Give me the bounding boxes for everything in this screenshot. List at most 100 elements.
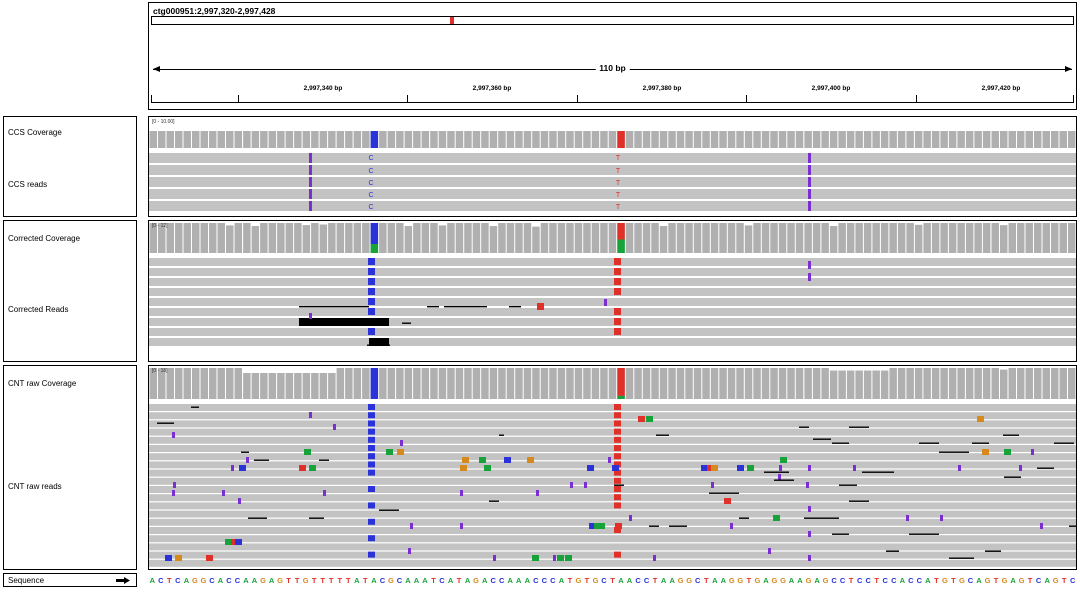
corrected-data-panel[interactable]: [0 - 12] — [148, 220, 1077, 362]
coverage-bar — [829, 131, 838, 148]
coverage-bar — [974, 368, 982, 399]
coverage-bar — [532, 368, 540, 399]
coverage-bar — [379, 223, 387, 253]
coverage-bar — [923, 368, 931, 399]
sequence-base: A — [976, 576, 982, 585]
coverage-bar — [821, 131, 829, 148]
ccs-coverage-range: [0 - 10.00] — [152, 119, 175, 125]
coverage-bar — [430, 223, 438, 253]
insertion-marker — [808, 531, 811, 537]
coverage-bar — [557, 131, 566, 148]
sequence-base: G — [771, 576, 777, 585]
deletion — [709, 492, 739, 494]
chromosome-ideogram[interactable] — [151, 16, 1074, 25]
strand-arrow-icon[interactable] — [116, 577, 130, 584]
sequence-base: C — [542, 576, 548, 585]
sequence-base: T — [346, 576, 351, 585]
coverage-bar — [897, 131, 906, 148]
ruler-panel[interactable]: ctg000951:2,997,320-2,997,428 110 bp 2,9… — [148, 2, 1077, 110]
deletion — [299, 306, 369, 308]
coverage-bar — [345, 368, 353, 399]
deletion — [402, 322, 411, 324]
coverage-bar — [727, 223, 736, 253]
read-mismatch — [532, 555, 539, 561]
coverage-bar — [175, 368, 183, 399]
coverage-mismatch — [617, 223, 625, 240]
read-mismatch — [701, 465, 708, 471]
coverage-bar — [328, 223, 336, 253]
mismatch-base: C — [368, 180, 373, 187]
coverage-bar — [447, 223, 455, 253]
deletion — [939, 451, 969, 453]
mismatch-base: T — [616, 192, 621, 199]
coverage-bar — [302, 373, 311, 399]
coverage-bar — [897, 223, 906, 253]
read-mismatch — [368, 298, 375, 305]
coverage-bar — [523, 223, 532, 253]
ccs-coverage-label: CCS Coverage — [8, 128, 62, 137]
corrected-coverage-range: [0 - 12] — [152, 223, 168, 229]
coverage-bar — [736, 131, 744, 148]
right-arrow-icon — [1065, 66, 1072, 72]
sequence-base: T — [585, 576, 590, 585]
sequence-base: C — [533, 576, 539, 585]
read-mismatch — [565, 555, 572, 561]
coverage-bar — [846, 370, 855, 399]
sequence-base: G — [1053, 576, 1059, 585]
sequence-base: G — [959, 576, 965, 585]
coverage-mismatch — [617, 395, 625, 399]
coverage-bar — [651, 223, 659, 253]
cnt-data-panel[interactable]: [0 - 18] — [148, 365, 1077, 570]
coverage-bar — [685, 368, 693, 399]
insertion-marker — [309, 165, 312, 175]
coverage-bar — [872, 370, 880, 399]
sequence-base: T — [951, 576, 956, 585]
mismatch-base: T — [616, 180, 621, 187]
coverage-bar — [149, 131, 157, 148]
coverage-bar — [1025, 131, 1033, 148]
ccs-data-panel[interactable]: [0 - 10.00] CCCCCTTTTT — [148, 116, 1077, 217]
mismatch-base: T — [616, 155, 621, 162]
cnt-track-canvas[interactable] — [149, 366, 1076, 569]
read — [149, 153, 1076, 163]
read — [149, 338, 369, 346]
sequence-base: G — [192, 576, 198, 585]
deletion — [254, 459, 269, 461]
sequence-base: A — [627, 576, 633, 585]
coverage-bar — [642, 223, 651, 253]
insertion-marker — [808, 555, 811, 561]
coverage-bar — [889, 131, 897, 148]
coverage-bar — [532, 131, 540, 148]
coverage-bar — [183, 223, 191, 253]
sequence-base: T — [747, 576, 752, 585]
coverage-bar — [1008, 368, 1016, 399]
coverage-bar — [285, 131, 294, 148]
ccs-track-canvas[interactable]: CCCCCTTTTT — [149, 117, 1076, 216]
read-mismatch — [484, 465, 491, 471]
sequence-base: A — [712, 576, 718, 585]
coverage-bar — [1000, 369, 1008, 399]
sequence-track[interactable]: ACTCAGGCACCAAGAGTTGTTTTTATACGCAAATCATAGA… — [148, 573, 1077, 587]
read-mismatch — [780, 457, 787, 463]
coverage-bar — [1042, 131, 1050, 148]
sequence-base: G — [985, 576, 991, 585]
coverage-bar — [243, 131, 251, 148]
sequence-base: G — [823, 576, 829, 585]
read — [149, 165, 1076, 175]
sequence-base: A — [405, 576, 411, 585]
coverage-bar — [1059, 131, 1067, 148]
coverage-bar — [413, 131, 421, 148]
coverage-bar — [268, 131, 277, 148]
coverage-bar — [328, 131, 336, 148]
mismatch-base: C — [368, 155, 373, 162]
coverage-bar — [982, 131, 991, 148]
sequence-base: T — [1028, 576, 1033, 585]
coverage-bar — [319, 224, 328, 253]
coverage-bar — [285, 373, 294, 399]
sequence-name-panel[interactable]: Sequence — [3, 573, 137, 587]
coverage-bar — [770, 368, 778, 399]
coverage-bar — [557, 368, 566, 399]
read-mismatch — [614, 404, 621, 410]
corrected-track-canvas[interactable] — [149, 221, 1076, 361]
read-mismatch — [368, 535, 375, 542]
